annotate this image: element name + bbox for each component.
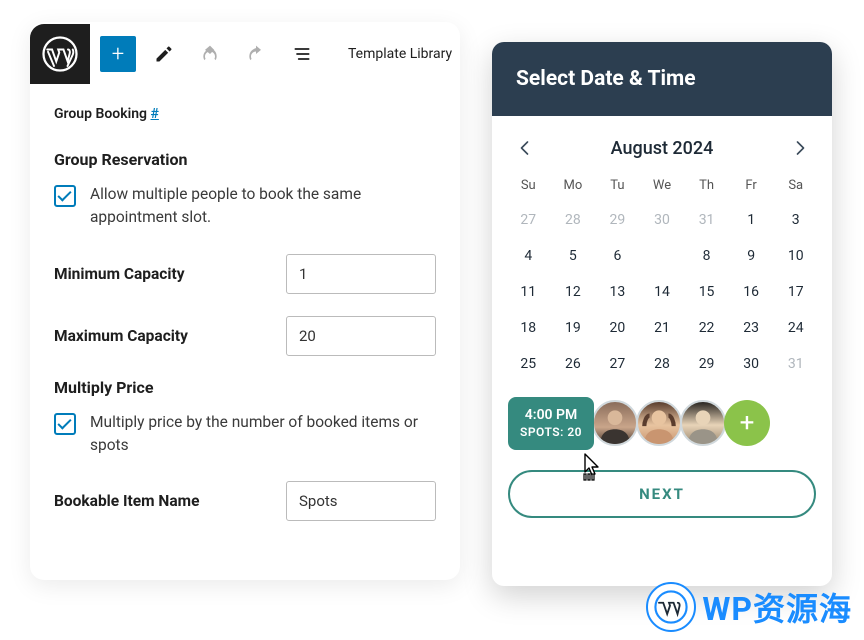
- watermark-text: WP资源海: [702, 584, 852, 630]
- block-name: Group Booking: [54, 106, 147, 122]
- allow-multiple-checkbox[interactable]: [54, 185, 76, 207]
- next-month-button[interactable]: [786, 134, 814, 162]
- add-person-button[interactable]: +: [724, 400, 770, 446]
- calendar-day[interactable]: 24: [773, 313, 818, 343]
- month-title: August 2024: [611, 138, 714, 159]
- calendar-day[interactable]: 12: [551, 277, 596, 307]
- calendar-weekday-header: Th: [684, 172, 729, 199]
- calendar-day[interactable]: 7: [640, 241, 685, 271]
- calendar-day[interactable]: 16: [729, 277, 774, 307]
- prev-month-button[interactable]: [510, 134, 538, 162]
- calendar-day[interactable]: 22: [684, 313, 729, 343]
- calendar-day[interactable]: 31: [773, 349, 818, 379]
- minimum-capacity-label: Minimum Capacity: [54, 265, 185, 283]
- add-block-button[interactable]: +: [100, 36, 136, 72]
- allow-multiple-label: Allow multiple people to book the same a…: [90, 183, 436, 230]
- booking-widget-panel: Select Date & Time August 2024 SuMoTuWeT…: [492, 42, 832, 586]
- calendar-weekday-header: Tu: [595, 172, 640, 199]
- calendar-day[interactable]: 26: [551, 349, 596, 379]
- timeslot-pill[interactable]: 4:00 PM SPOTS: 20: [508, 397, 594, 450]
- maximum-capacity-label: Maximum Capacity: [54, 327, 188, 345]
- calendar-weekday-header: Sa: [773, 172, 818, 199]
- wordpress-editor-panel: + Template Library Group Booking # Group…: [30, 22, 460, 580]
- breadcrumb-link[interactable]: #: [151, 106, 159, 122]
- calendar-day[interactable]: 18: [506, 313, 551, 343]
- editor-body: Group Booking # Group Reservation Allow …: [30, 86, 460, 563]
- calendar-day[interactable]: 19: [551, 313, 596, 343]
- maximum-capacity-input[interactable]: [286, 316, 436, 356]
- calendar-day[interactable]: 6: [595, 241, 640, 271]
- widget-header-title: Select Date & Time: [516, 67, 696, 91]
- minimum-capacity-row: Minimum Capacity: [54, 254, 436, 294]
- calendar-day[interactable]: 4: [506, 241, 551, 271]
- calendar-day[interactable]: 30: [640, 205, 685, 235]
- calendar-grid: SuMoTuWeThFrSa27282930311345678910111213…: [492, 172, 832, 379]
- calendar-day[interactable]: 10: [773, 241, 818, 271]
- avatar[interactable]: [592, 400, 638, 446]
- calendar-day[interactable]: 27: [595, 349, 640, 379]
- calendar-day[interactable]: 15: [684, 277, 729, 307]
- calendar-day[interactable]: 5: [551, 241, 596, 271]
- watermark: WP资源海: [646, 582, 852, 632]
- next-button[interactable]: NEXT: [508, 470, 816, 518]
- calendar-day[interactable]: 13: [595, 277, 640, 307]
- timeslot-row: 4:00 PM SPOTS: 20 +: [492, 379, 832, 462]
- calendar-day[interactable]: 29: [684, 349, 729, 379]
- calendar-day[interactable]: 21: [640, 313, 685, 343]
- multiply-price-row: Multiply price by the number of booked i…: [54, 411, 436, 458]
- widget-header: Select Date & Time: [492, 42, 832, 116]
- wordpress-logo[interactable]: [30, 24, 90, 84]
- calendar-day[interactable]: 28: [640, 349, 685, 379]
- watermark-logo-icon: [646, 582, 696, 632]
- minimum-capacity-input[interactable]: [286, 254, 436, 294]
- section-group-reservation: Group Reservation: [54, 150, 436, 169]
- maximum-capacity-row: Maximum Capacity: [54, 316, 436, 356]
- calendar-weekday-header: Fr: [729, 172, 774, 199]
- undo-button[interactable]: [192, 36, 228, 72]
- template-library-link[interactable]: Template Library: [348, 46, 452, 62]
- calendar-day[interactable]: 8: [684, 241, 729, 271]
- calendar-weekday-header: We: [640, 172, 685, 199]
- redo-button[interactable]: [238, 36, 274, 72]
- calendar-day[interactable]: 20: [595, 313, 640, 343]
- list-view-button[interactable]: [284, 36, 320, 72]
- calendar-day[interactable]: 9: [729, 241, 774, 271]
- calendar-day[interactable]: 30: [729, 349, 774, 379]
- calendar-day[interactable]: 17: [773, 277, 818, 307]
- calendar-day[interactable]: 28: [551, 205, 596, 235]
- calendar-day[interactable]: 25: [506, 349, 551, 379]
- allow-multiple-row: Allow multiple people to book the same a…: [54, 183, 436, 230]
- timeslot-time: 4:00 PM: [520, 407, 582, 425]
- calendar-day[interactable]: 23: [729, 313, 774, 343]
- calendar-day[interactable]: 1: [729, 205, 774, 235]
- multiply-price-checkbox[interactable]: [54, 413, 76, 435]
- calendar-weekday-header: Mo: [551, 172, 596, 199]
- section-multiply-price: Multiply Price: [54, 378, 436, 397]
- multiply-price-label: Multiply price by the number of booked i…: [90, 411, 436, 458]
- breadcrumb: Group Booking #: [54, 106, 436, 122]
- calendar-day[interactable]: 14: [640, 277, 685, 307]
- edit-button[interactable]: [146, 36, 182, 72]
- calendar-day[interactable]: 29: [595, 205, 640, 235]
- bookable-item-input[interactable]: [286, 481, 436, 521]
- calendar-day[interactable]: 31: [684, 205, 729, 235]
- editor-toolbar: + Template Library: [30, 22, 460, 86]
- avatar[interactable]: [636, 400, 682, 446]
- calendar-day[interactable]: 3: [773, 205, 818, 235]
- calendar-day[interactable]: 11: [506, 277, 551, 307]
- timeslot-spots: SPOTS: 20: [520, 425, 582, 440]
- calendar-day[interactable]: 27: [506, 205, 551, 235]
- avatar[interactable]: [680, 400, 726, 446]
- bookable-item-row: Bookable Item Name: [54, 481, 436, 521]
- calendar-weekday-header: Su: [506, 172, 551, 199]
- month-navigation: August 2024: [492, 116, 832, 172]
- bookable-item-label: Bookable Item Name: [54, 492, 199, 510]
